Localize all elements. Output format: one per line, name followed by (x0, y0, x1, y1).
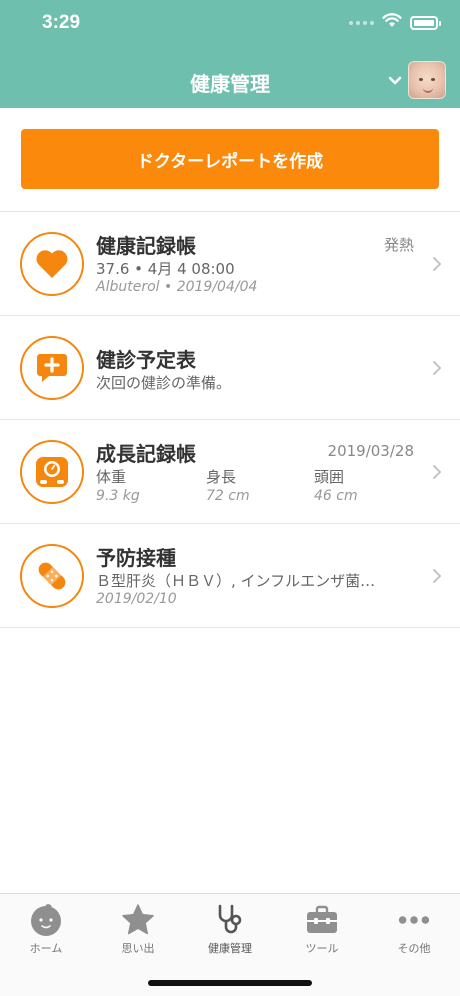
status-icons (382, 13, 441, 32)
wifi-icon (382, 13, 402, 32)
weight-value: 9.3 kg (96, 488, 140, 504)
tab-label: 思い出 (121, 942, 155, 955)
stethoscope-icon (212, 902, 248, 938)
list-item-vaccination[interactable]: 予防接種 Ｂ型肝炎（ＨＢＶ）, インフルエンザ菌… 2019/02/10 (0, 524, 460, 628)
profile-switcher[interactable] (388, 61, 446, 99)
item-date: 2019/03/28 (327, 442, 414, 460)
signal-dots (349, 21, 374, 25)
item-title: 成長記録帳 (96, 442, 196, 466)
star-icon (120, 902, 156, 938)
tab-label: その他 (397, 942, 431, 955)
chevron-down-icon[interactable] (388, 71, 402, 90)
list-item-growth-record[interactable]: 成長記録帳 2019/03/28 体重 身長 頭囲 9.3 kg 72 cm 4… (0, 420, 460, 524)
item-title: 健診予定表 (96, 348, 196, 372)
item-title: 健康記録帳 (96, 234, 196, 258)
head-circumference-value: 46 cm (314, 488, 358, 504)
baby-face-icon (28, 902, 64, 938)
tab-label: 健康管理 (208, 942, 252, 955)
more-icon (396, 902, 432, 938)
scale-icon (20, 440, 84, 504)
item-subtitle: Ｂ型肝炎（ＨＢＶ）, インフルエンザ菌… (96, 572, 376, 590)
head-circumference-label: 頭囲 (314, 468, 345, 486)
tab-health-management[interactable]: 健康管理 (184, 902, 276, 956)
weight-label: 体重 (96, 468, 127, 486)
chevron-right-icon (433, 569, 442, 583)
list-item-checkup-schedule[interactable]: 健診予定表 次回の健診の準備。 (0, 316, 460, 420)
item-meta: 2019/02/10 (96, 591, 177, 607)
tab-tools[interactable]: ツール (276, 902, 368, 956)
chevron-right-icon (433, 465, 442, 479)
status-time: 3:29 (42, 12, 81, 33)
bandage-icon (20, 544, 84, 608)
tab-label: ツール (305, 942, 339, 955)
tab-label: ホーム (29, 942, 63, 955)
item-subtitle: 次回の健診の準備。 (96, 374, 232, 392)
chevron-right-icon (433, 361, 442, 375)
height-value: 72 cm (206, 488, 250, 504)
home-indicator (148, 980, 312, 986)
item-meta: Albuterol • 2019/04/04 (96, 279, 258, 295)
battery-icon (410, 15, 441, 30)
item-title: 予防接種 (96, 546, 176, 570)
heart-icon (20, 232, 84, 296)
medical-chat-icon (20, 336, 84, 400)
create-doctor-report-button[interactable]: ドクターレポートを作成 (21, 129, 439, 189)
tab-memories[interactable]: 思い出 (92, 902, 184, 956)
chevron-right-icon (433, 257, 442, 271)
header-bar: 3:29 健康管理 (0, 0, 460, 108)
item-subtitle: 37.6 • 4月 4 08:00 (96, 260, 235, 278)
height-label: 身長 (206, 468, 237, 486)
list-item-health-record[interactable]: 健康記録帳 発熱 37.6 • 4月 4 08:00 Albuterol • 2… (0, 212, 460, 316)
tab-home[interactable]: ホーム (0, 902, 92, 956)
item-status: 発熱 (383, 236, 414, 254)
avatar[interactable] (408, 61, 446, 99)
tab-more[interactable]: その他 (368, 902, 460, 956)
toolbox-icon (304, 902, 340, 938)
